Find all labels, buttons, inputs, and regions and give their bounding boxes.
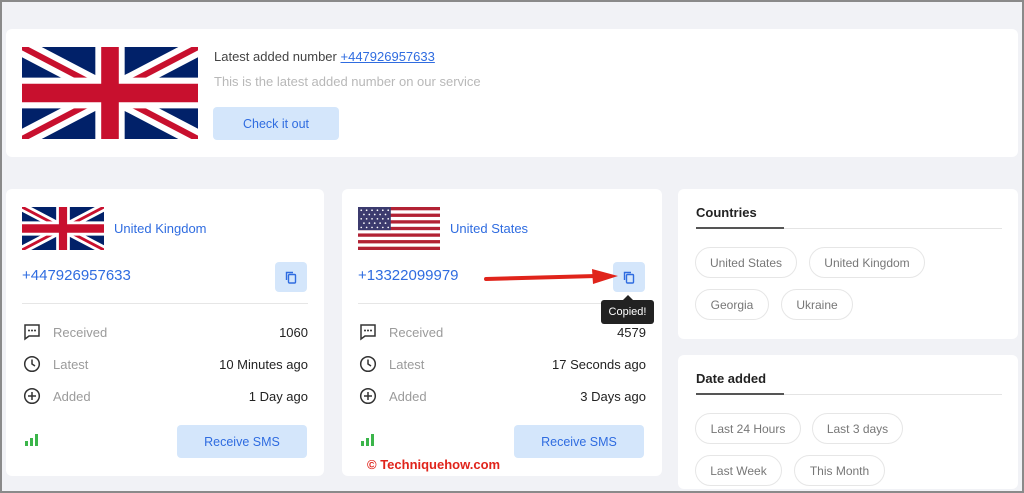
message-icon [22,322,42,342]
copy-icon [285,271,297,284]
receive-sms-button[interactable]: Receive SMS [177,425,307,458]
number-card-us: United States +13322099979 Received 4579… [342,189,662,476]
received-label: Received [389,324,444,340]
annotation-arrow-icon [484,269,618,284]
uk-flag-icon [22,207,104,250]
copy-icon [623,271,635,284]
phone-number[interactable]: +447926957633 [22,267,131,284]
us-flag-icon [358,207,440,250]
panel-divider [696,393,1002,395]
country-chip[interactable]: United States [695,247,797,278]
clock-icon [22,354,42,374]
latest-value: 17 Seconds ago [552,356,646,372]
latest-label: Latest [389,356,425,372]
latest-label: Latest [53,356,89,372]
received-label: Received [53,324,108,340]
date-added-title: Date added [696,371,767,386]
country-link-us[interactable]: United States [450,221,528,236]
country-chip[interactable]: Georgia [695,289,769,320]
added-value: 1 Day ago [248,388,308,404]
countries-panel: Countries United States United Kingdom G… [678,189,1018,339]
clock-icon [358,354,378,374]
watermark: © Techniquehow.com [367,457,501,472]
date-chip[interactable]: This Month [794,455,885,486]
latest-value: 10 Minutes ago [219,356,308,372]
added-label: Added [389,388,427,404]
phone-number[interactable]: +13322099979 [358,267,459,284]
receive-sms-button[interactable]: Receive SMS [514,425,644,458]
signal-icon [25,434,38,446]
banner-subtitle: This is the latest added number on our s… [214,74,481,89]
panel-divider [696,227,1002,229]
added-row: Added 3 Days ago [358,386,646,406]
date-added-panel: Date added Last 24 Hours Last 3 days Las… [678,355,1018,489]
latest-number-link[interactable]: +447926957633 [341,49,435,64]
signal-icon [361,434,374,446]
added-row: Added 1 Day ago [22,386,308,406]
latest-row: Latest 17 Seconds ago [358,354,646,374]
added-label: Added [53,388,91,404]
plus-circle-icon [22,386,42,406]
plus-circle-icon [358,386,378,406]
message-icon [358,322,378,342]
date-chip[interactable]: Last Week [695,455,782,486]
date-chip[interactable]: Last 3 days [812,413,903,444]
country-chip[interactable]: United Kingdom [809,247,925,278]
copied-tooltip: Copied! [601,295,654,324]
received-value: 4579 [617,324,646,340]
number-card-uk: United Kingdom +447926957633 Received 10… [6,189,324,476]
date-chip[interactable]: Last 24 Hours [695,413,801,444]
banner-title-prefix: Latest added number [214,49,337,64]
country-link-uk[interactable]: United Kingdom [114,221,207,236]
top-strip [2,2,1022,28]
banner-title: Latest added number +447926957633 [214,49,435,64]
divider [22,303,308,304]
added-value: 3 Days ago [580,388,646,404]
latest-row: Latest 10 Minutes ago [22,354,308,374]
uk-flag-icon [22,47,198,139]
copy-button[interactable] [275,262,307,292]
countries-title: Countries [696,205,757,220]
country-chip[interactable]: Ukraine [781,289,853,320]
received-value: 1060 [279,324,308,340]
received-row: Received 4579 [358,322,646,342]
check-it-out-button[interactable]: Check it out [213,107,339,140]
received-row: Received 1060 [22,322,308,342]
